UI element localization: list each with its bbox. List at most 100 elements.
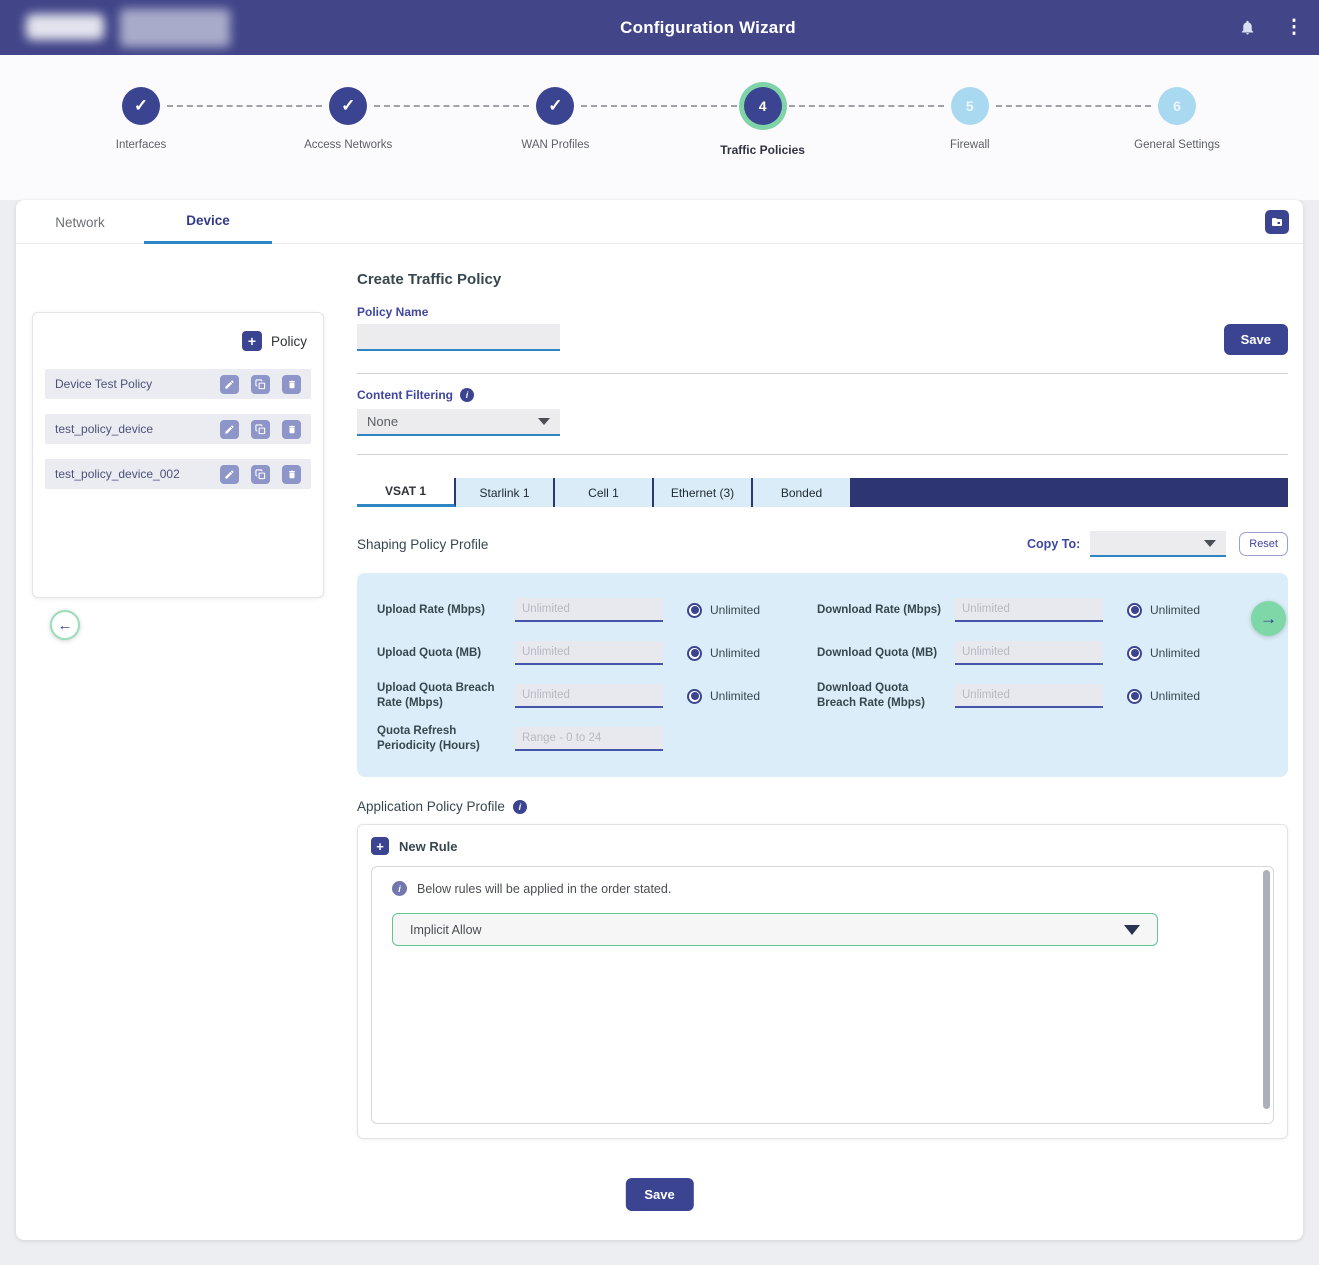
interface-tab-vsat-1[interactable]: VSAT 1 xyxy=(357,478,456,507)
next-arrow-button[interactable]: → xyxy=(1251,601,1286,636)
tab-network[interactable]: Network xyxy=(16,200,144,244)
unlimited-label: Unlimited xyxy=(710,603,760,617)
stepper-step-traffic-policies[interactable]: 4 Traffic Policies xyxy=(744,87,782,125)
chevron-down-icon xyxy=(1124,925,1140,935)
add-policy-button[interactable]: + Policy xyxy=(45,331,307,351)
step-circle[interactable]: ✓ xyxy=(329,87,367,125)
step-circle-active[interactable]: 4 xyxy=(744,87,782,125)
upload-quota-breach-unlimited-radio[interactable] xyxy=(687,689,702,704)
back-button[interactable]: ← xyxy=(50,610,80,640)
interface-tabbar: VSAT 1 Starlink 1 Cell 1 Ethernet (3) Bo… xyxy=(357,478,1288,507)
content-filtering-select[interactable]: None xyxy=(357,409,560,436)
redacted-logo xyxy=(26,14,104,40)
policy-list-item[interactable]: test_policy_device xyxy=(45,414,311,444)
policy-name: test_policy_device_002 xyxy=(55,467,220,481)
upload-quota-input[interactable] xyxy=(515,641,663,665)
upload-rate-input[interactable] xyxy=(515,598,663,622)
main-card: Network Device + Policy Device Test Poli… xyxy=(16,200,1303,1240)
trash-icon xyxy=(287,424,297,435)
notification-bell-icon[interactable] xyxy=(1237,17,1257,37)
stepper-step-firewall[interactable]: 5 Firewall xyxy=(951,87,989,125)
upload-quota-breach-rate-input[interactable] xyxy=(515,684,663,708)
copy-to-label: Copy To: xyxy=(1027,537,1080,551)
download-quota-input[interactable] xyxy=(955,641,1103,665)
divider xyxy=(357,373,1288,374)
scrollbar-thumb[interactable] xyxy=(1263,870,1270,1109)
download-rate-input[interactable] xyxy=(955,598,1103,622)
download-rate-label: Download Rate (Mbps) xyxy=(817,603,955,618)
upload-quota-label: Upload Quota (MB) xyxy=(377,646,515,661)
copy-icon-button[interactable] xyxy=(251,465,270,484)
quota-refresh-periodicity-input[interactable] xyxy=(515,727,663,751)
delete-icon-button[interactable] xyxy=(282,375,301,394)
policy-name-label: Policy Name xyxy=(357,305,1288,319)
app-header: Configuration Wizard ⋮ xyxy=(0,0,1319,55)
create-traffic-policy-title: Create Traffic Policy xyxy=(357,271,1288,288)
stepper-step-wan-profiles[interactable]: ✓ WAN Profiles xyxy=(536,87,574,125)
stepper-connector xyxy=(374,105,529,107)
kebab-menu-icon[interactable]: ⋮ xyxy=(1284,14,1304,40)
folder-icon-button[interactable] xyxy=(1265,210,1289,234)
stepper-step-general-settings[interactable]: 6 General Settings xyxy=(1158,87,1196,125)
stepper-step-access-networks[interactable]: ✓ Access Networks xyxy=(329,87,367,125)
rules-info-text: Below rules will be applied in the order… xyxy=(417,882,671,896)
interface-tab-ethernet[interactable]: Ethernet (3) xyxy=(654,478,753,507)
tab-device[interactable]: Device xyxy=(144,200,272,244)
save-button[interactable]: Save xyxy=(1224,324,1288,355)
folder-icon xyxy=(1270,216,1284,228)
add-policy-label: Policy xyxy=(271,334,307,349)
stepper-connector xyxy=(789,105,944,107)
copy-icon-button[interactable] xyxy=(251,420,270,439)
step-circle[interactable]: 6 xyxy=(1158,87,1196,125)
interface-tab-cell-1[interactable]: Cell 1 xyxy=(555,478,654,507)
download-quota-breach-unlimited-radio[interactable] xyxy=(1127,689,1142,704)
plus-icon: + xyxy=(371,837,389,855)
create-policy-form: Create Traffic Policy Policy Name Save C… xyxy=(357,244,1288,1139)
pencil-icon xyxy=(224,469,235,480)
step-circle[interactable]: ✓ xyxy=(536,87,574,125)
bottom-save-button[interactable]: Save xyxy=(625,1178,693,1211)
radio-dot xyxy=(691,606,699,614)
download-quota-breach-rate-input[interactable] xyxy=(955,684,1103,708)
edit-icon-button[interactable] xyxy=(220,465,239,484)
policy-name-field[interactable] xyxy=(357,324,560,351)
edit-icon-button[interactable] xyxy=(220,375,239,394)
step-circle[interactable]: 5 xyxy=(951,87,989,125)
copy-to-select[interactable] xyxy=(1090,531,1226,557)
radio-dot xyxy=(691,692,699,700)
application-policy-box: + New Rule i Below rules will be applied… xyxy=(357,824,1288,1139)
copy-icon-button[interactable] xyxy=(251,375,270,394)
pencil-icon xyxy=(224,379,235,390)
interface-tab-bonded[interactable]: Bonded xyxy=(753,478,852,507)
policy-list-item[interactable]: test_policy_device_002 xyxy=(45,459,311,489)
download-quota-unlimited-radio[interactable] xyxy=(1127,646,1142,661)
reset-button[interactable]: Reset xyxy=(1239,532,1288,556)
check-icon: ✓ xyxy=(341,96,355,116)
rule-row-implicit-allow[interactable]: Implicit Allow xyxy=(392,913,1158,946)
delete-icon-button[interactable] xyxy=(282,465,301,484)
upload-rate-label: Upload Rate (Mbps) xyxy=(377,603,515,618)
delete-icon-button[interactable] xyxy=(282,420,301,439)
interface-tab-starlink-1[interactable]: Starlink 1 xyxy=(456,478,555,507)
unlimited-label: Unlimited xyxy=(1150,603,1200,617)
copy-icon xyxy=(255,424,266,435)
chevron-down-icon xyxy=(1204,540,1216,547)
download-rate-unlimited-radio[interactable] xyxy=(1127,603,1142,618)
step-circle[interactable]: ✓ xyxy=(122,87,160,125)
upload-rate-unlimited-radio[interactable] xyxy=(687,603,702,618)
info-icon[interactable]: i xyxy=(513,800,527,814)
new-rule-button[interactable]: + New Rule xyxy=(371,837,1274,855)
policy-list-item[interactable]: Device Test Policy xyxy=(45,369,311,399)
new-rule-label: New Rule xyxy=(399,839,458,854)
copy-icon xyxy=(255,379,266,390)
trash-icon xyxy=(287,469,297,480)
edit-icon-button[interactable] xyxy=(220,420,239,439)
stepper-step-interfaces[interactable]: ✓ Interfaces xyxy=(122,87,160,125)
content-filtering-value: None xyxy=(367,414,398,429)
upload-quota-unlimited-radio[interactable] xyxy=(687,646,702,661)
divider xyxy=(357,454,1288,455)
shaping-policy-profile-title: Shaping Policy Profile xyxy=(357,537,488,552)
info-icon[interactable]: i xyxy=(460,388,474,402)
step-label: Traffic Policies xyxy=(720,143,805,157)
stepper-connector xyxy=(167,105,322,107)
